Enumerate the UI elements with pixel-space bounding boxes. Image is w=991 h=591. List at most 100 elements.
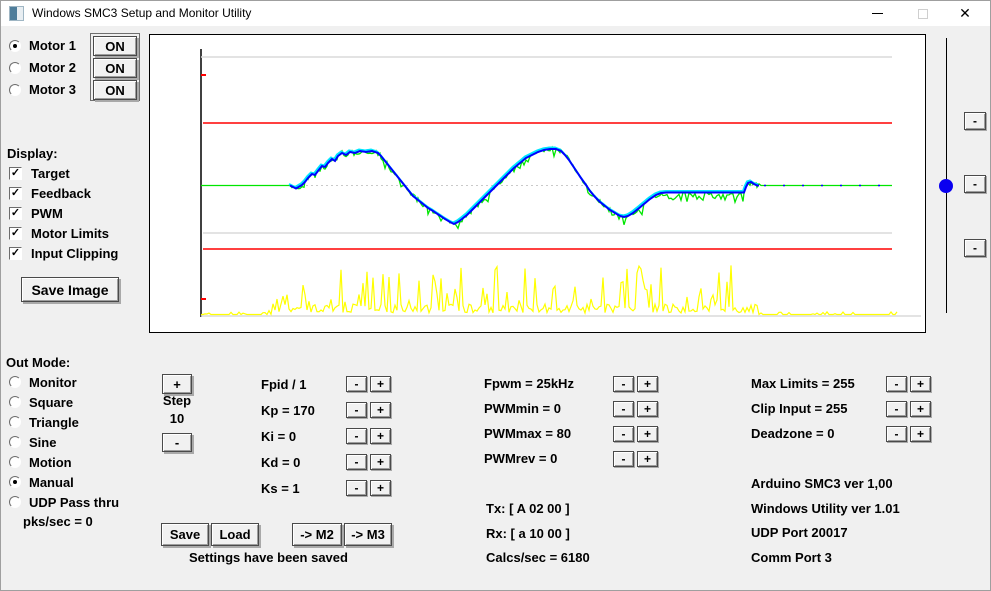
close-button[interactable]: ✕	[949, 1, 981, 26]
limit-param-row: Deadzone = 0 - +	[751, 421, 931, 446]
info-line: Arduino SMC3 ver 1,00	[751, 476, 893, 491]
tx-readout: Tx: [ A 02 00 ]	[486, 501, 570, 516]
param-decrement-button[interactable]: -	[613, 425, 634, 442]
radio-icon	[9, 376, 21, 388]
pwm-param-row: PWMrev = 0 - +	[484, 446, 658, 471]
version-info-list: Arduino SMC3 ver 1,00 Windows Utility ve…	[751, 476, 900, 574]
step-minus-button[interactable]: -	[162, 433, 192, 452]
radio-icon	[9, 496, 21, 508]
copy-to-m2-button[interactable]: -> M2	[292, 523, 342, 546]
pid-param-row: Fpid / 1 - +	[261, 371, 391, 397]
display-option-label: Motor Limits	[31, 225, 109, 241]
radio-icon	[9, 39, 21, 52]
motor3-on-button[interactable]: ON	[93, 80, 137, 100]
param-label: Clip Input = 255	[751, 401, 848, 416]
rx-readout: Rx: [ a 10 00 ]	[486, 526, 570, 541]
param-increment-button[interactable]: +	[370, 480, 391, 496]
out-mode-label: Sine	[29, 434, 57, 450]
param-decrement-button[interactable]: -	[346, 428, 367, 444]
param-decrement-button[interactable]: -	[886, 425, 907, 442]
save-button[interactable]: Save	[161, 523, 209, 546]
checkbox-icon: ✓	[9, 186, 22, 200]
param-label: Deadzone = 0	[751, 426, 835, 441]
param-decrement-button[interactable]: -	[346, 480, 367, 496]
limit-param-row: Max Limits = 255 - +	[751, 371, 931, 396]
param-decrement-button[interactable]: -	[613, 400, 634, 417]
minimize-icon	[871, 13, 883, 14]
step-label: Step	[162, 393, 192, 408]
param-decrement-button[interactable]: -	[346, 454, 367, 470]
step-plus-button[interactable]: +	[162, 374, 192, 394]
motor2-on-button[interactable]: ON	[93, 58, 137, 78]
pid-param-list: Fpid / 1 - + Kp = 170 - + Ki = 0 - + Kd …	[261, 371, 391, 501]
param-increment-button[interactable]: +	[370, 402, 391, 418]
lower-minus-button[interactable]: -	[964, 239, 986, 257]
save-image-button[interactable]: Save Image	[21, 277, 119, 302]
out-mode-radio[interactable]: Manual	[9, 472, 119, 492]
pid-param-row: Ki = 0 - +	[261, 423, 391, 449]
display-checkbox-group: ✓ Target ✓ Feedback ✓ PWM ✓ Motor Limits…	[9, 163, 118, 263]
radio-icon	[9, 61, 21, 74]
step-value: 10	[169, 411, 185, 426]
out-mode-radio[interactable]: UDP Pass thru	[9, 492, 119, 512]
limit-param-row: Clip Input = 255 - +	[751, 396, 931, 421]
param-increment-button[interactable]: +	[637, 375, 658, 392]
param-increment-button[interactable]: +	[637, 450, 658, 467]
center-minus-button[interactable]: -	[964, 175, 986, 193]
signal-plot-panel	[149, 34, 926, 333]
display-checkbox-row[interactable]: ✓ PWM	[9, 203, 118, 223]
param-decrement-button[interactable]: -	[886, 400, 907, 417]
out-mode-label: Monitor	[29, 374, 77, 390]
display-option-label: Input Clipping	[31, 245, 119, 261]
manual-position-slider-track[interactable]	[946, 38, 947, 313]
out-mode-radio[interactable]: Motion	[9, 452, 119, 472]
pwm-param-row: Fpwm = 25kHz - +	[484, 371, 658, 396]
app-icon-glyph	[10, 7, 17, 20]
param-label: PWMmin = 0	[484, 401, 561, 416]
pwm-param-list: Fpwm = 25kHz - + PWMmin = 0 - + PWMmax =…	[484, 371, 658, 471]
param-increment-button[interactable]: +	[370, 376, 391, 392]
copy-to-m3-button[interactable]: -> M3	[344, 523, 392, 546]
param-increment-button[interactable]: +	[910, 425, 931, 442]
manual-position-slider-thumb[interactable]	[939, 179, 953, 193]
out-mode-label: Square	[29, 394, 74, 410]
param-increment-button[interactable]: +	[637, 400, 658, 417]
display-checkbox-row[interactable]: ✓ Target	[9, 163, 118, 183]
param-decrement-button[interactable]: -	[613, 375, 634, 392]
out-mode-radio[interactable]: Square	[9, 392, 119, 412]
param-increment-button[interactable]: +	[910, 400, 931, 417]
out-mode-radio[interactable]: Sine	[9, 432, 119, 452]
param-label: PWMmax = 80	[484, 426, 572, 441]
param-increment-button[interactable]: +	[370, 428, 391, 444]
radio-icon	[9, 396, 21, 408]
display-option-label: PWM	[31, 205, 63, 221]
minimize-button[interactable]	[861, 1, 893, 26]
display-checkbox-row[interactable]: ✓ Feedback	[9, 183, 118, 203]
display-option-label: Feedback	[31, 185, 91, 201]
load-button[interactable]: Load	[211, 523, 259, 546]
pwm-param-row: PWMmin = 0 - +	[484, 396, 658, 421]
radio-icon	[9, 436, 21, 448]
param-increment-button[interactable]: +	[370, 454, 391, 470]
param-decrement-button[interactable]: -	[346, 376, 367, 392]
settings-status-text: Settings have been saved	[189, 550, 348, 565]
display-checkbox-row[interactable]: ✓ Input Clipping	[9, 243, 118, 263]
app-window: Windows SMC3 Setup and Monitor Utility ✕…	[0, 0, 991, 591]
out-mode-radio[interactable]: Triangle	[9, 412, 119, 432]
title-bar: Windows SMC3 Setup and Monitor Utility ✕	[1, 1, 990, 26]
param-decrement-button[interactable]: -	[613, 450, 634, 467]
out-mode-label: Manual	[29, 474, 74, 490]
motor1-on-button[interactable]: ON	[93, 36, 137, 56]
param-increment-button[interactable]: +	[637, 425, 658, 442]
out-mode-radio[interactable]: Monitor	[9, 372, 119, 392]
radio-icon	[9, 456, 21, 468]
checkbox-icon: ✓	[9, 206, 22, 220]
display-checkbox-row[interactable]: ✓ Motor Limits	[9, 223, 118, 243]
out-mode-label: Triangle	[29, 414, 79, 430]
param-decrement-button[interactable]: -	[886, 375, 907, 392]
maximize-button[interactable]	[907, 1, 939, 26]
motor-label: Motor 1	[29, 38, 76, 53]
param-increment-button[interactable]: +	[910, 375, 931, 392]
upper-minus-button[interactable]: -	[964, 112, 986, 130]
param-decrement-button[interactable]: -	[346, 402, 367, 418]
